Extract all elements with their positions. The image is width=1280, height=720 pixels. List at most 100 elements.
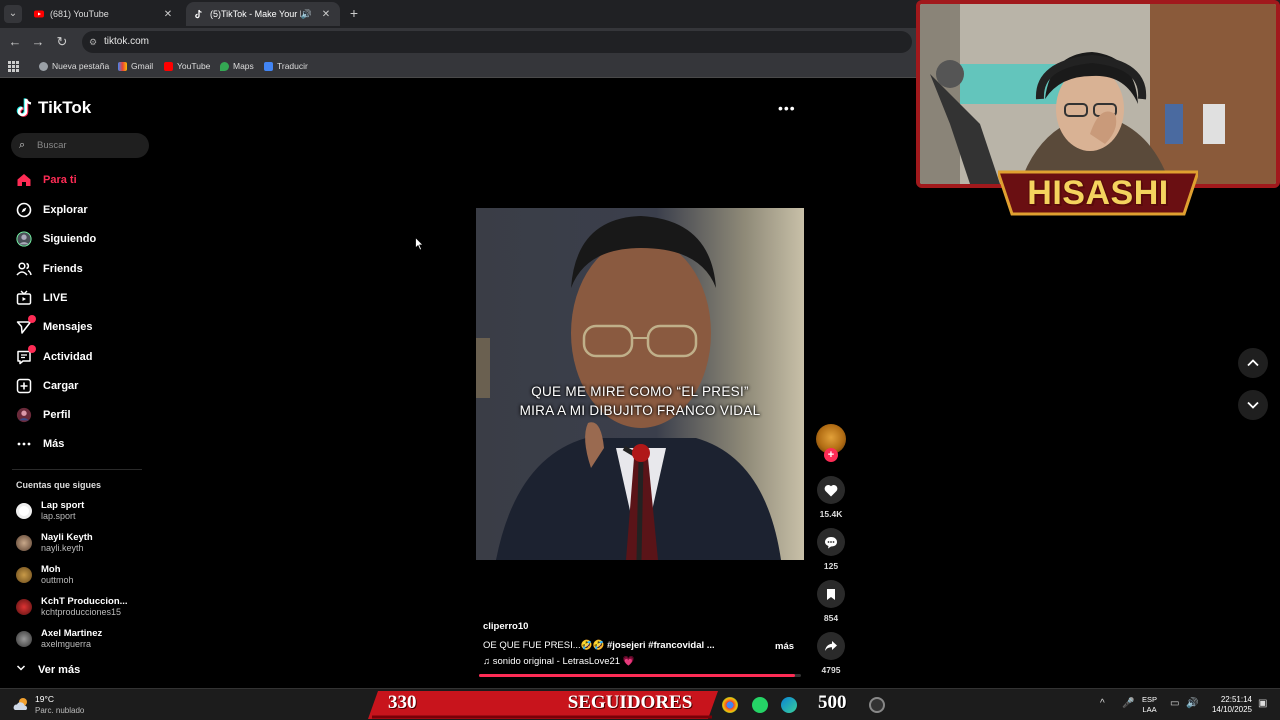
- address-bar[interactable]: ⚙ tiktok.com: [82, 31, 912, 53]
- video-meta: cliperro10 OE QUE FUE PRESI...🤣🤣 #joseje…: [483, 621, 801, 667]
- following-account[interactable]: Axel Martinez axelmguerra: [16, 626, 102, 652]
- see-more-button[interactable]: Ver más: [16, 663, 80, 676]
- like-button[interactable]: 15.4K: [816, 476, 846, 519]
- url-text: tiktok.com: [104, 36, 150, 47]
- whatsapp-icon[interactable]: [752, 697, 768, 713]
- nav-label: Cargar: [43, 380, 79, 392]
- bookmark-translate[interactable]: Traducir: [264, 61, 308, 71]
- hashtags[interactable]: #josejeri #francovidal ...: [607, 640, 715, 651]
- see-more-label: Ver más: [38, 663, 81, 676]
- nav-actividad[interactable]: Actividad: [16, 345, 93, 367]
- avatar: [16, 503, 32, 519]
- forward-icon[interactable]: →: [29, 33, 47, 51]
- streamer-name: HISASHI: [1027, 174, 1169, 212]
- nav-label: LIVE: [43, 292, 68, 304]
- tray-chevron-up-icon[interactable]: ^: [1100, 698, 1105, 709]
- bookmark-icon: [817, 580, 845, 608]
- comment-button[interactable]: 125: [816, 528, 846, 571]
- compass-icon: [16, 202, 32, 218]
- music-label[interactable]: ♫ sonido original - LetrasLove21 💗: [483, 656, 801, 667]
- nav-label: Para ti: [43, 174, 77, 186]
- lang-top: ESP: [1142, 695, 1158, 704]
- tab-tiktok[interactable]: (5)TikTok - Make Your Day 🔊 ✕: [186, 2, 340, 26]
- heart-icon: [817, 476, 845, 504]
- close-tab-icon[interactable]: ✕: [162, 9, 174, 20]
- language-indicator[interactable]: ESP LAA: [1142, 695, 1157, 715]
- search-icon: ⌕: [19, 139, 26, 151]
- microphone-icon[interactable]: 🎤: [1122, 698, 1134, 709]
- logo-text: TikTok: [38, 98, 92, 117]
- share-button[interactable]: 4795: [816, 632, 846, 675]
- following-account[interactable]: Moh outtmoh: [16, 562, 74, 588]
- avatar: [16, 567, 32, 583]
- close-tab-icon[interactable]: ✕: [320, 9, 332, 20]
- account-handle: kchtproducciones15: [41, 607, 122, 617]
- tab-youtube[interactable]: (681) YouTube ✕: [26, 2, 182, 26]
- following-avatar-icon: [16, 231, 32, 247]
- save-button[interactable]: 854: [816, 580, 846, 623]
- weather-description: Parc. nublado: [35, 706, 85, 715]
- account-name: Nayli Keyth: [41, 532, 93, 543]
- app-icon[interactable]: [869, 697, 885, 713]
- more-options-icon[interactable]: •••: [778, 100, 796, 116]
- volume-icon[interactable]: 🔊: [1186, 698, 1198, 709]
- previous-video-button[interactable]: [1238, 348, 1268, 378]
- new-tab-button[interactable]: +: [346, 5, 362, 21]
- bookmark-gmail[interactable]: Gmail: [118, 61, 153, 71]
- nav-label: Actividad: [43, 351, 93, 363]
- nav-mas[interactable]: Más: [16, 434, 64, 454]
- chrome-icon[interactable]: [722, 697, 738, 713]
- site-info-icon[interactable]: ⚙: [89, 31, 97, 53]
- reload-icon[interactable]: ↻: [53, 33, 71, 51]
- bookmark-maps[interactable]: Maps: [220, 61, 254, 71]
- tiktok-logo[interactable]: TikTok: [16, 98, 91, 118]
- nav-friends[interactable]: Friends: [16, 259, 83, 279]
- nav-mensajes[interactable]: Mensajes: [16, 315, 93, 337]
- followers-count: 330: [388, 692, 417, 713]
- nav-para-ti[interactable]: Para ti: [16, 170, 77, 190]
- video-player[interactable]: QUE ME MIRE COMO “EL PRESI” MIRA A MI DI…: [476, 208, 804, 560]
- following-account[interactable]: Nayli Keyth nayli.keyth: [16, 530, 93, 556]
- apps-grid-icon[interactable]: [8, 61, 19, 72]
- save-count: 854: [823, 613, 839, 623]
- nav-explorar[interactable]: Explorar: [16, 200, 88, 220]
- followers-label: SEGUIDORES: [567, 692, 693, 713]
- back-icon[interactable]: ←: [6, 33, 24, 51]
- bookmark-label: Gmail: [131, 61, 154, 71]
- next-video-button[interactable]: [1238, 390, 1268, 420]
- nav-label: Friends: [43, 263, 83, 275]
- speaker-icon[interactable]: 🔊: [301, 9, 312, 20]
- video-username[interactable]: cliperro10: [483, 621, 801, 632]
- tab-title: (5)TikTok - Make Your Day: [210, 9, 301, 19]
- weather-widget[interactable]: 19°C Parc. nublado: [12, 694, 84, 716]
- tab-search-button[interactable]: ⌄: [4, 5, 22, 23]
- system-clock[interactable]: 22:51:14 14/10/2025: [1202, 695, 1252, 715]
- video-progress-bar[interactable]: [479, 674, 801, 677]
- progress-fill: [479, 674, 795, 677]
- nav-live[interactable]: LIVE: [16, 288, 67, 308]
- nav-cargar[interactable]: Cargar: [16, 376, 78, 396]
- temperature: 19°C: [35, 694, 54, 704]
- nav-perfil[interactable]: Perfil: [16, 405, 71, 425]
- nav-siguiendo[interactable]: Siguiendo: [16, 229, 96, 249]
- share-icon: [817, 632, 845, 660]
- notification-center-icon[interactable]: ▣: [1258, 698, 1267, 709]
- following-account[interactable]: KchT Produccion... kchtproducciones15: [16, 594, 128, 620]
- search-input[interactable]: ⌕ Buscar: [11, 133, 149, 158]
- following-account[interactable]: Lap sport lap.sport: [16, 498, 84, 524]
- more-text-button[interactable]: más: [775, 641, 794, 652]
- follow-plus-button[interactable]: +: [824, 448, 838, 462]
- edge-icon[interactable]: [781, 697, 797, 713]
- maps-pin-icon: [220, 61, 229, 71]
- account-name: Axel Martinez: [41, 628, 103, 639]
- bookmark-new-tab[interactable]: Nueva pestaña: [39, 61, 109, 71]
- lang-bottom: LAA: [1142, 705, 1157, 714]
- account-handle: nayli.keyth: [41, 543, 84, 553]
- tiktok-logo-icon: [16, 98, 32, 117]
- network-icon[interactable]: ▭: [1170, 698, 1179, 709]
- following-header: Cuentas que sigues: [16, 480, 102, 490]
- account-name: Lap sport: [41, 500, 85, 511]
- bookmark-youtube[interactable]: YouTube: [164, 61, 210, 71]
- more-icon: [16, 436, 32, 452]
- mouse-cursor-icon: [415, 237, 424, 251]
